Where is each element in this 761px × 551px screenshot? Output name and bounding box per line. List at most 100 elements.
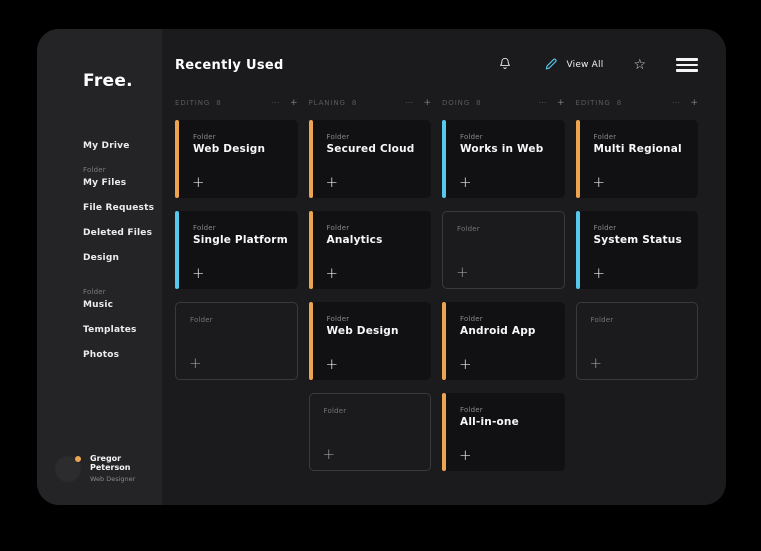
card-title: All-in-one: [460, 416, 519, 428]
column-more-icon[interactable]: ⋯: [538, 99, 548, 107]
sidebar-item-file-requests[interactable]: File Requests: [83, 203, 154, 213]
folder-card-web-design[interactable]: FolderWeb Design+: [309, 302, 432, 380]
card-folder-tag: Folder: [460, 133, 483, 141]
card-add-icon[interactable]: +: [593, 266, 606, 281]
app-logo: Free.: [83, 71, 133, 91]
sidebar-item-label: My Files: [83, 178, 154, 188]
board: EDITING8⋯+FolderWeb Design+FolderSingle …: [175, 98, 698, 471]
column-add-icon[interactable]: +: [290, 99, 298, 108]
view-all-button[interactable]: View All: [544, 56, 603, 75]
card-add-icon[interactable]: +: [590, 356, 603, 371]
card-add-icon[interactable]: +: [189, 356, 202, 371]
card-folder-tag: Folder: [193, 224, 216, 232]
board-column-editing-0: EDITING8⋯+FolderWeb Design+FolderSingle …: [175, 98, 298, 380]
card-add-icon[interactable]: +: [456, 265, 469, 280]
card-folder-tag: Folder: [327, 315, 350, 323]
notifications-button[interactable]: [498, 56, 512, 75]
card-accent-bar: [576, 120, 580, 198]
column-header: EDITING8⋯+: [576, 98, 699, 108]
column-add-icon[interactable]: +: [423, 99, 431, 108]
card-accent-bar: [309, 120, 313, 198]
column-more-icon[interactable]: ⋯: [271, 99, 281, 107]
card-add-icon[interactable]: +: [459, 448, 472, 463]
card-add-icon[interactable]: +: [323, 447, 336, 462]
folder-card-multi-regional[interactable]: FolderMulti Regional+: [576, 120, 699, 198]
card-add-icon[interactable]: +: [326, 266, 339, 281]
column-more-icon[interactable]: ⋯: [405, 99, 415, 107]
column-count: 8: [476, 99, 480, 107]
folder-card-android-app[interactable]: FolderAndroid App+: [442, 302, 565, 380]
sidebar-item-music[interactable]: FolderMusic: [83, 288, 154, 310]
folder-tag: Folder: [83, 288, 154, 296]
folder-card-empty[interactable]: Folder+: [576, 302, 699, 380]
folder-tag: Folder: [83, 166, 154, 174]
column-name: EDITING: [175, 99, 210, 107]
page-title: Recently Used: [175, 58, 284, 73]
card-accent-bar: [175, 120, 179, 198]
card-add-icon[interactable]: +: [326, 357, 339, 372]
card-accent-bar: [309, 211, 313, 289]
sidebar-item-my-files[interactable]: Folder My Files: [83, 166, 154, 188]
sidebar-item-design[interactable]: Design: [83, 253, 154, 263]
status-dot: [75, 456, 81, 462]
menu-button[interactable]: [676, 58, 698, 71]
card-title: Secured Cloud: [327, 143, 415, 155]
card-accent-bar: [442, 302, 446, 380]
card-title: Analytics: [327, 234, 383, 246]
sidebar-item-label: Design: [83, 253, 154, 263]
sidebar: Free. My Drive Folder My Files File Request…: [37, 29, 162, 505]
card-title: Single Platform: [193, 234, 288, 246]
card-add-icon[interactable]: +: [326, 175, 339, 190]
main-header: Recently Used V: [175, 56, 698, 74]
card-add-icon[interactable]: +: [192, 266, 205, 281]
folder-card-empty[interactable]: Folder +: [442, 211, 565, 289]
column-header: DOING 8 ⋯ +: [442, 98, 565, 108]
card-add-icon[interactable]: +: [192, 175, 205, 190]
card-folder-tag: Folder: [594, 224, 617, 232]
column-add-icon[interactable]: +: [557, 99, 565, 108]
sidebar-item-label: File Requests: [83, 203, 154, 213]
folder-card-secured-cloud[interactable]: Folder Secured Cloud +: [309, 120, 432, 198]
pencil-icon: [544, 56, 558, 75]
column-cards: FolderWorks in Web+Folder+FolderAndroid …: [442, 120, 565, 471]
card-folder-tag: Folder: [190, 316, 213, 324]
card-add-icon[interactable]: +: [459, 175, 472, 190]
sidebar-item-my-drive[interactable]: My Drive: [83, 141, 154, 151]
folder-card-analytics[interactable]: FolderAnalytics+: [309, 211, 432, 289]
bell-icon: [498, 56, 512, 75]
user-name: Gregor Peterson: [90, 454, 162, 472]
card-folder-tag: Folder: [457, 225, 480, 233]
column-more-icon[interactable]: ⋯: [672, 99, 682, 107]
column-count: 8: [617, 99, 621, 107]
column-add-icon[interactable]: +: [690, 99, 698, 108]
column-header: EDITING 8 ⋯ +: [175, 98, 298, 108]
folder-card-system-status[interactable]: FolderSystem Status+: [576, 211, 699, 289]
folder-card-empty[interactable]: Folder+: [309, 393, 432, 471]
column-count: 8: [216, 99, 220, 107]
main-panel: Recently Used V: [162, 29, 726, 505]
card-folder-tag: Folder: [193, 133, 216, 141]
card-add-icon[interactable]: +: [593, 175, 606, 190]
card-accent-bar: [442, 393, 446, 471]
folder-card-single-platform[interactable]: Folder Single Platform +: [175, 211, 298, 289]
sidebar-item-templates[interactable]: Templates: [83, 325, 154, 335]
column-name: DOING: [442, 99, 470, 107]
sidebar-item-photos[interactable]: Photos: [83, 350, 154, 360]
folder-card-works-in-web[interactable]: FolderWorks in Web+: [442, 120, 565, 198]
folder-card-empty[interactable]: Folder +: [175, 302, 298, 380]
sidebar-item-deleted-files[interactable]: Deleted Files: [83, 228, 154, 238]
avatar: [55, 456, 81, 482]
favorites-button[interactable]: ☆: [633, 58, 646, 72]
user-profile[interactable]: Gregor Peterson Web Designer: [55, 454, 162, 483]
card-accent-bar: [442, 120, 446, 198]
star-icon: ☆: [633, 57, 646, 73]
sidebar-item-label: Deleted Files: [83, 228, 154, 238]
folder-card-all-in-one[interactable]: FolderAll-in-one+: [442, 393, 565, 471]
card-folder-tag: Folder: [327, 133, 350, 141]
user-role: Web Designer: [90, 475, 162, 483]
folder-card-web-design[interactable]: FolderWeb Design+: [175, 120, 298, 198]
card-title: Android App: [460, 325, 536, 337]
column-cards: FolderSecured Cloud+FolderAnalytics+Fold…: [309, 120, 432, 471]
column-header: PLANING8⋯+: [309, 98, 432, 108]
card-add-icon[interactable]: +: [459, 357, 472, 372]
